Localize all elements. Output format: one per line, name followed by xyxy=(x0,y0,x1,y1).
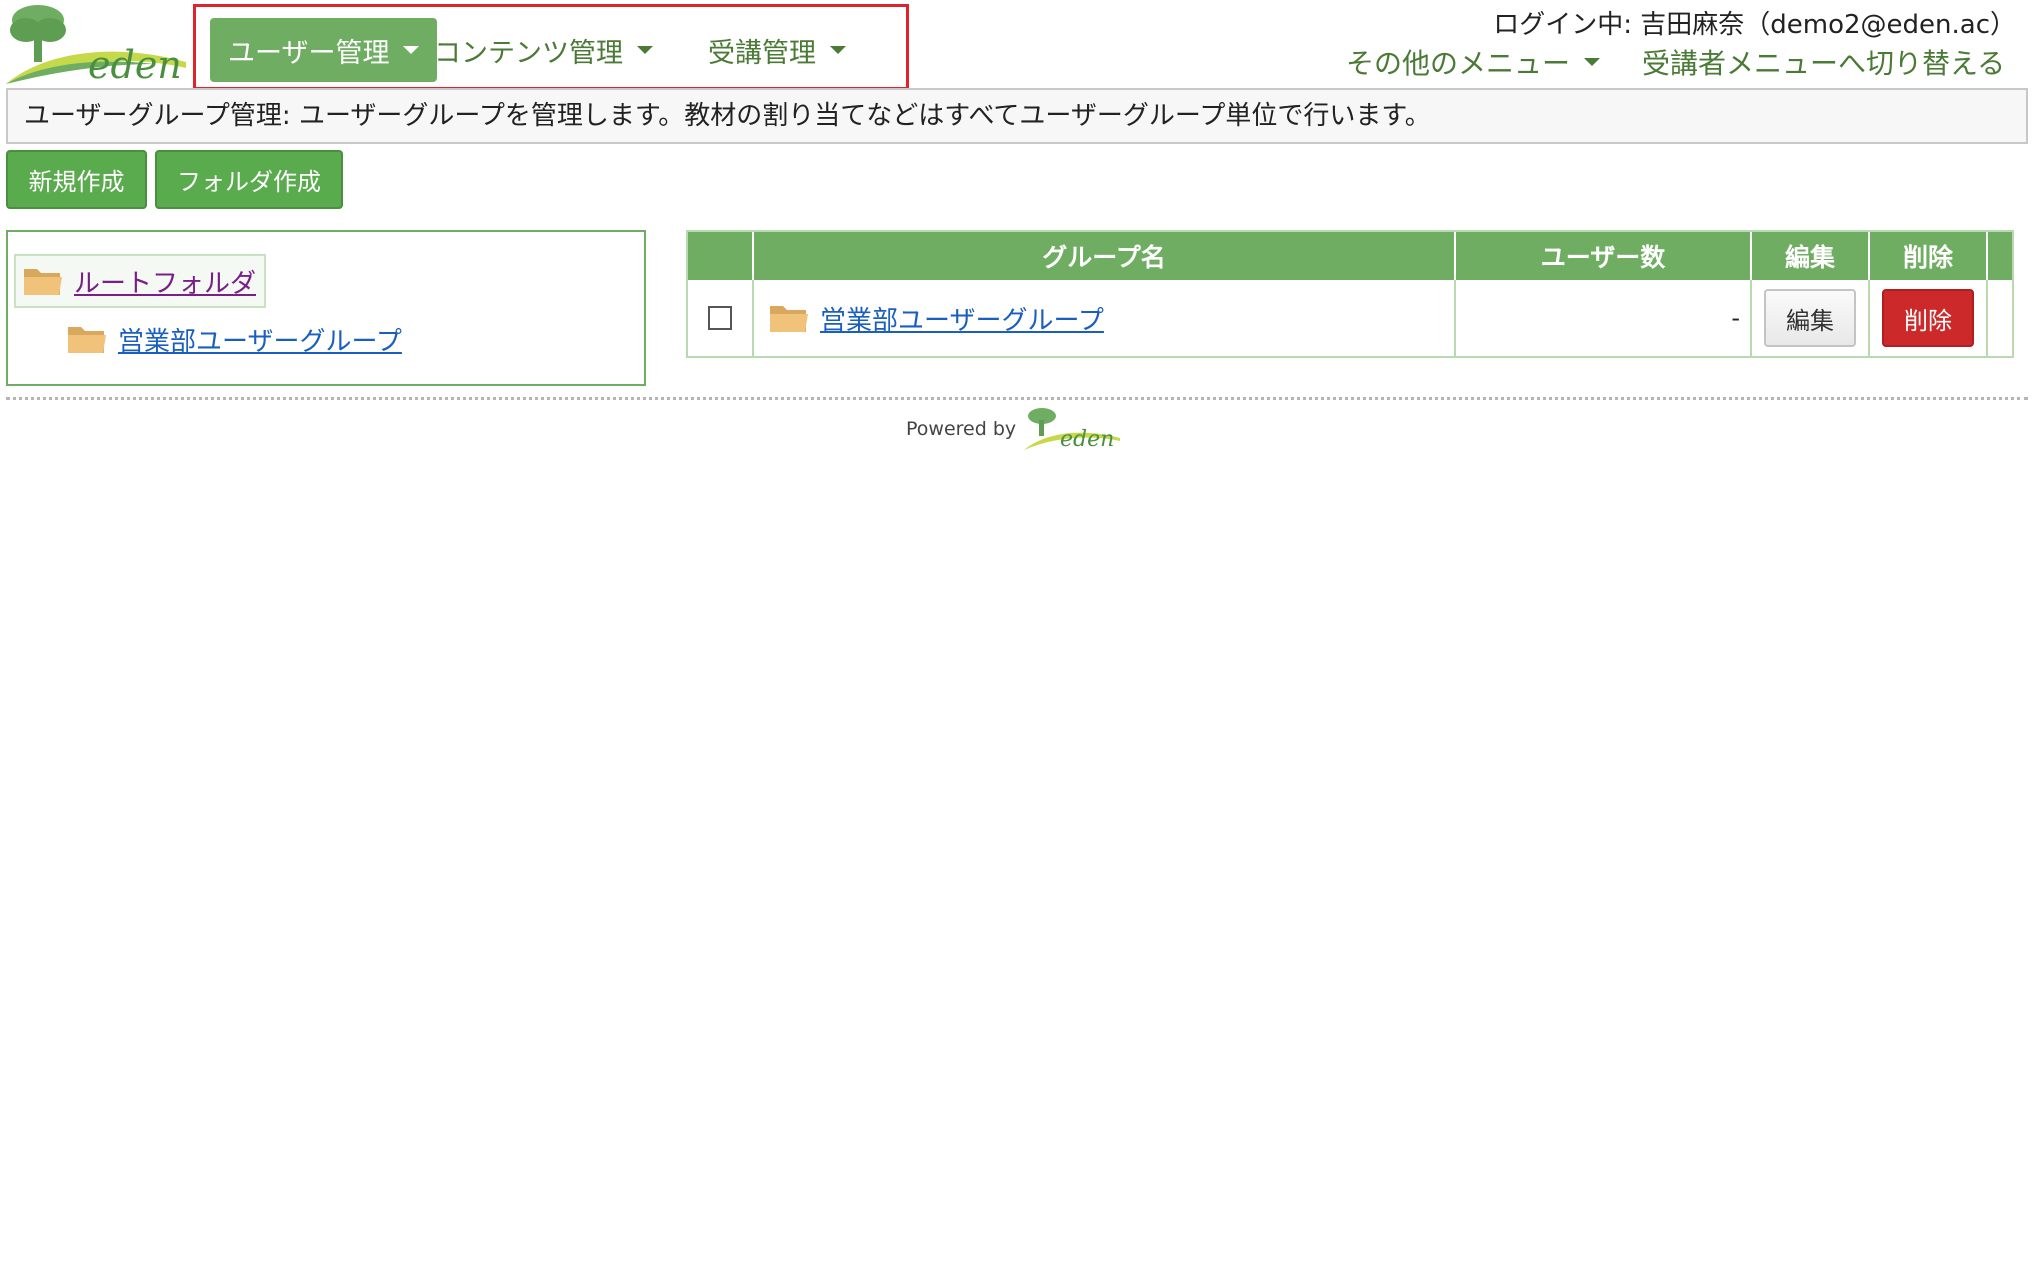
row-edit-cell: 編集 xyxy=(1752,280,1870,356)
tree-item[interactable]: 営業部ユーザーグループ xyxy=(66,316,402,362)
folder-icon xyxy=(770,306,808,332)
row-select-cell xyxy=(688,280,754,356)
footer-logo-wordmark: eden xyxy=(1060,427,1114,452)
table-header-delete: 削除 xyxy=(1870,232,1988,280)
table-header-spacer xyxy=(1988,232,2012,280)
row-delete-cell: 削除 xyxy=(1870,280,1988,356)
powered-by: Powered by eden xyxy=(906,406,1122,452)
caret-down-icon xyxy=(1584,58,1601,66)
footer-eden-logo: eden xyxy=(1024,408,1121,452)
page-description: ユーザーグループ管理: ユーザーグループを管理します。教材の割り当てなどはすべて… xyxy=(6,88,2028,144)
other-menu-label: その他のメニュー xyxy=(1346,47,1571,80)
folder-tree: ルートフォルダ 営業部ユーザーグループ xyxy=(6,230,646,386)
login-status: ログイン中: 吉田麻奈（demo2@eden.ac） xyxy=(1493,10,2016,40)
folder-icon xyxy=(24,269,62,295)
create-folder-button[interactable]: フォルダ作成 xyxy=(155,150,343,209)
table-header-name[interactable]: グループ名 xyxy=(754,232,1456,280)
nav-content-management[interactable]: コンテンツ管理 xyxy=(416,18,671,82)
root-folder-link[interactable]: ルートフォルダ xyxy=(74,263,256,300)
group-table: グループ名 ユーザー数 編集 削除 営業部ユーザーグループ - 編集 削除 xyxy=(686,230,2014,358)
powered-by-text: Powered by xyxy=(906,418,1017,440)
row-spacer-cell xyxy=(1988,280,2012,356)
table-header-select xyxy=(688,232,754,280)
nav-item-label: コンテンツ管理 xyxy=(434,37,623,69)
caret-down-icon xyxy=(637,46,653,54)
table-header-users[interactable]: ユーザー数 xyxy=(1456,232,1752,280)
nav-user-management[interactable]: ユーザー管理 xyxy=(210,18,438,82)
other-menu-dropdown[interactable]: その他のメニュー xyxy=(1346,42,1601,82)
nav-item-label: ユーザー管理 xyxy=(228,37,390,69)
table-header-edit: 編集 xyxy=(1752,232,1870,280)
main-nav: ユーザー管理 コンテンツ管理 受講管理 xyxy=(193,4,909,90)
footer-divider xyxy=(6,397,2028,400)
row-checkbox[interactable] xyxy=(708,306,732,330)
caret-down-icon xyxy=(830,46,846,54)
tree-root-folder[interactable]: ルートフォルダ xyxy=(14,254,267,308)
folder-icon xyxy=(68,327,106,353)
nav-course-management[interactable]: 受講管理 xyxy=(690,18,864,82)
tree-item-link[interactable]: 営業部ユーザーグループ xyxy=(118,321,402,358)
nav-item-label: 受講管理 xyxy=(708,37,816,69)
row-name-cell: 営業部ユーザーグループ xyxy=(754,280,1456,356)
row-user-count: - xyxy=(1456,280,1752,356)
edit-button[interactable]: 編集 xyxy=(1764,289,1856,347)
switch-to-learner-link[interactable]: 受講者メニューへ切り替える xyxy=(1642,42,2005,82)
logo-wordmark: eden xyxy=(88,43,182,86)
new-button[interactable]: 新規作成 xyxy=(6,150,147,209)
group-name-link[interactable]: 営業部ユーザーグループ xyxy=(820,300,1104,337)
delete-button[interactable]: 削除 xyxy=(1882,289,1974,347)
eden-logo[interactable]: eden xyxy=(4,2,188,86)
